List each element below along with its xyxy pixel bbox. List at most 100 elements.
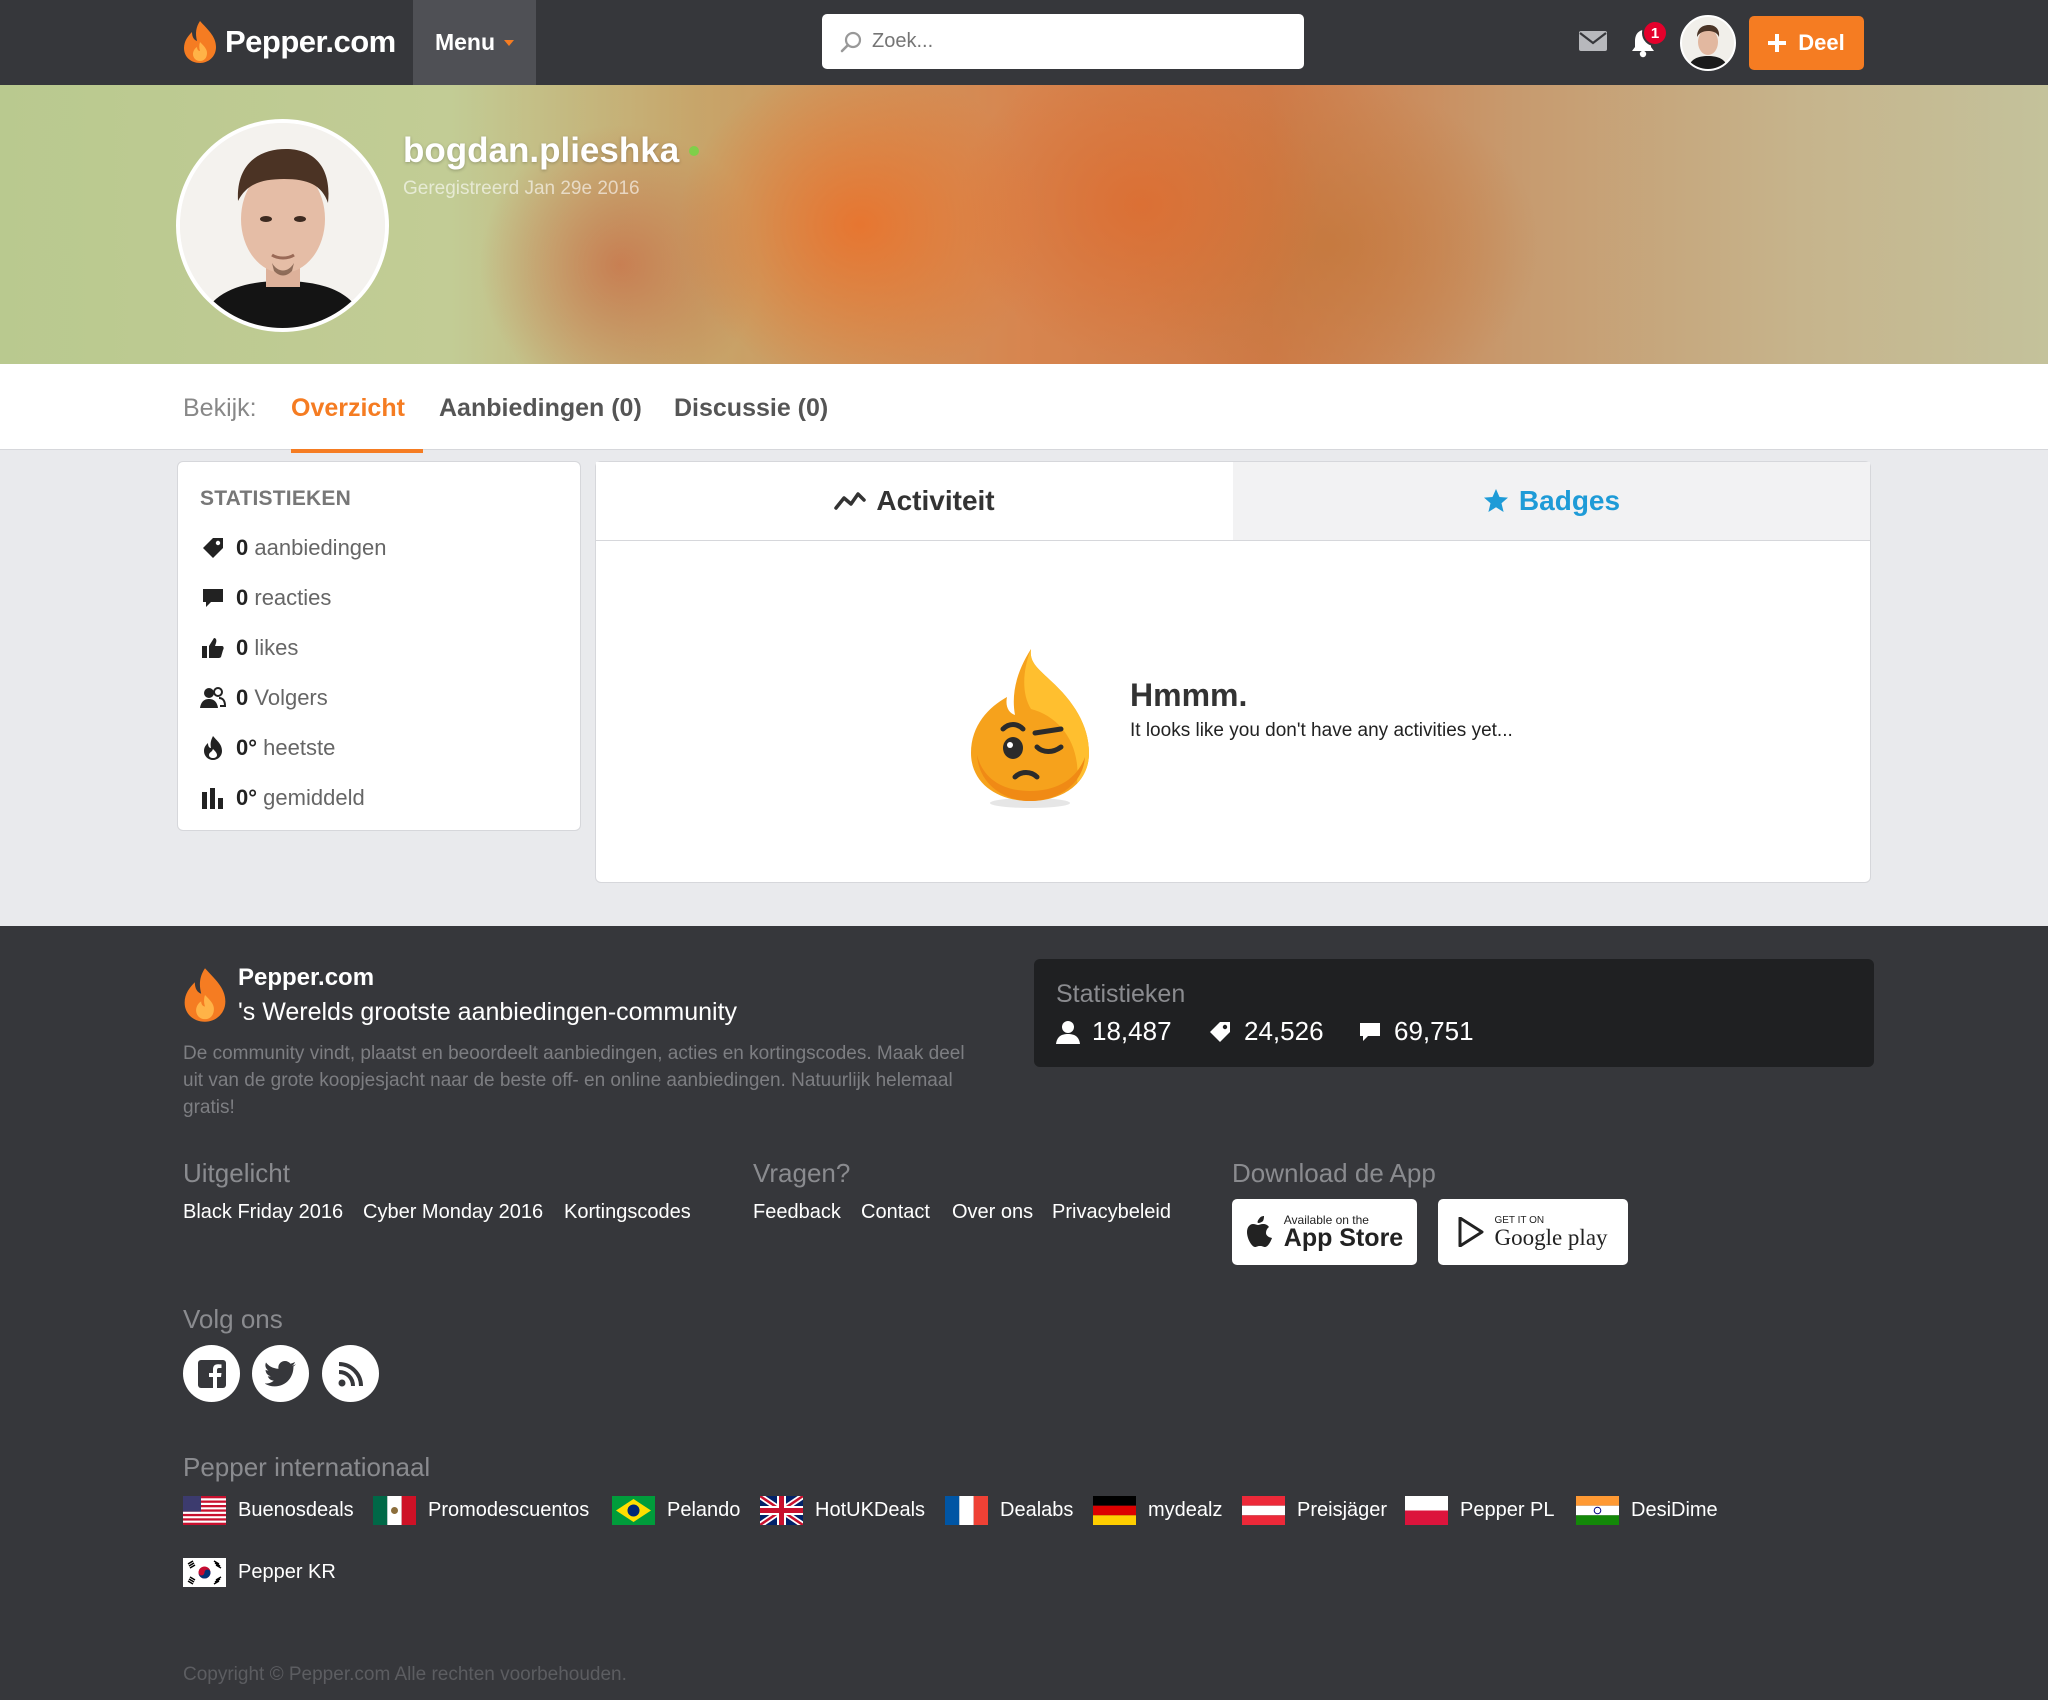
share-deal-button[interactable]: Deel [1749, 16, 1864, 70]
korea-flag-icon [183, 1557, 226, 1587]
footer-brand: Pepper.com [238, 964, 375, 991]
tab-activity[interactable]: Activiteit [596, 462, 1233, 541]
logo-text: Pepper.com [225, 24, 396, 59]
link-feedback[interactable]: Feedback [753, 1201, 841, 1224]
tab-activity-label: Activiteit [876, 485, 995, 516]
intl-site-preisjaeger[interactable]: Preisjäger [1242, 1494, 1387, 1526]
notification-count-badge: 1 [1642, 20, 1668, 46]
user-icon [1056, 1020, 1080, 1044]
menu-button[interactable]: Menu [413, 0, 536, 85]
footer-stat-deals: 24,526 [1208, 1016, 1324, 1047]
footer-slogan: 's Werelds grootste aanbiedingen-communi… [238, 998, 738, 1026]
pepper-logo[interactable]: Pepper.com [183, 18, 396, 66]
play-store-icon [1458, 1217, 1484, 1247]
search-bar[interactable] [822, 14, 1304, 69]
intl-site-name: DesiDime [1631, 1498, 1718, 1521]
intl-site-mydealz[interactable]: mydealz [1093, 1494, 1222, 1526]
footer-statistics-title: Statistieken [1056, 980, 1186, 1008]
tab-aanbiedingen[interactable]: Aanbiedingen (0) [439, 394, 642, 449]
footer-stat-value: 18,487 [1092, 1016, 1172, 1046]
facebook-icon[interactable] [183, 1345, 240, 1402]
app-store-big-text: App Store [1283, 1223, 1404, 1252]
intl-site-name: Preisjäger [1297, 1498, 1388, 1521]
intl-site-name: Pelando [667, 1498, 741, 1521]
footer-flame-logo-icon [184, 968, 226, 1022]
germany-flag-icon [1093, 1495, 1136, 1525]
stat-value: 0° [236, 785, 258, 810]
intl-site-name: HotUKDeals [815, 1498, 926, 1521]
intl-site-name: Pepper PL [1460, 1498, 1555, 1521]
tab-discussie[interactable]: Discussie (0) [674, 394, 828, 449]
tabs-label: Bekijk: [183, 394, 257, 422]
comment-icon [200, 585, 226, 611]
tab-badges-label: Badges [1518, 485, 1621, 516]
link-privacybeleid[interactable]: Privacybeleid [1052, 1201, 1171, 1224]
tag-icon [200, 535, 226, 561]
intl-site-name: Promodescuentos [428, 1498, 590, 1521]
online-status-dot [689, 146, 700, 156]
stat-label: Volgers [254, 685, 328, 710]
search-icon [840, 31, 862, 52]
stat-row-likes: 0 likes [200, 633, 298, 663]
stat-value: 0 [236, 685, 249, 710]
stat-row-average: 0° gemiddeld [200, 783, 365, 813]
stat-label: reacties [254, 585, 332, 610]
twitter-icon[interactable] [252, 1345, 309, 1402]
footer-stat-users: 18,487 [1056, 1016, 1172, 1047]
statistics-title: STATISTIEKEN [200, 487, 351, 510]
intl-site-hotukdeals[interactable]: HotUKDeals [760, 1494, 925, 1526]
intl-site-desidime[interactable]: DesiDime [1576, 1494, 1718, 1526]
link-kortingscodes[interactable]: Kortingscodes [564, 1201, 691, 1224]
registration-date: Geregistreerd Jan 29e 2016 [403, 178, 640, 199]
intl-site-pepper-pl[interactable]: Pepper PL [1405, 1494, 1555, 1526]
flame-logo-icon [184, 21, 216, 63]
stat-value: 0° [236, 735, 258, 760]
follow-us-title: Volg ons [183, 1304, 283, 1334]
followers-icon [200, 685, 226, 711]
tag-icon [1210, 1021, 1230, 1042]
app-store-button[interactable]: Available on the App Store [1232, 1199, 1417, 1265]
avatar-portrait-icon [1682, 17, 1734, 69]
link-over-ons[interactable]: Over ons [952, 1201, 1033, 1224]
tab-badges[interactable]: Badges [1233, 462, 1870, 541]
featured-title: Uitgelicht [183, 1158, 290, 1188]
search-input[interactable] [872, 30, 1272, 53]
stat-row-comments: 0 reacties [200, 583, 331, 613]
google-play-small-text: GET IT ON [1494, 1214, 1545, 1226]
intl-site-dealabs[interactable]: Dealabs [945, 1494, 1073, 1526]
tab-overzicht[interactable]: Overzicht [291, 394, 423, 453]
link-cyber-monday[interactable]: Cyber Monday 2016 [363, 1201, 543, 1224]
footer-statistics-box [1034, 959, 1874, 1067]
stat-label: gemiddeld [263, 785, 365, 810]
footer-stat-comments: 69,751 [1358, 1016, 1474, 1047]
profile-portrait-icon [180, 123, 385, 328]
mail-icon[interactable] [1578, 30, 1608, 52]
mexico-flag-icon [373, 1495, 416, 1525]
apple-icon [1246, 1216, 1272, 1247]
activity-line-icon [834, 492, 867, 510]
stat-value: 0 [236, 585, 249, 610]
user-avatar[interactable] [1680, 15, 1736, 71]
stat-value: 0 [236, 535, 249, 560]
intl-site-pepper-kr[interactable]: Pepper KR [183, 1556, 336, 1588]
rss-icon[interactable] [322, 1345, 379, 1402]
link-contact[interactable]: Contact [861, 1201, 930, 1224]
stat-label: likes [254, 635, 299, 660]
menu-label: Menu [434, 29, 496, 55]
username-text: bogdan.plieshka [403, 131, 680, 170]
link-black-friday[interactable]: Black Friday 2016 [183, 1201, 343, 1224]
intl-site-pelando[interactable]: Pelando [612, 1494, 740, 1526]
thumbs-up-icon [200, 635, 226, 661]
poland-flag-icon [1405, 1495, 1448, 1525]
intl-site-promodescuentos[interactable]: Promodescuentos [373, 1494, 589, 1526]
us-flag-icon [183, 1495, 226, 1525]
intl-site-buenosdeals[interactable]: Buenosdeals [183, 1494, 354, 1526]
star-icon [1483, 489, 1508, 512]
intl-site-name: Buenosdeals [238, 1498, 354, 1521]
france-flag-icon [945, 1495, 988, 1525]
profile-avatar [176, 119, 389, 332]
google-play-button[interactable]: GET IT ON Google play [1438, 1199, 1628, 1265]
bar-chart-icon [200, 785, 226, 811]
stat-label: aanbiedingen [254, 535, 387, 560]
empty-state-title: Hmmm. [1130, 677, 1248, 713]
